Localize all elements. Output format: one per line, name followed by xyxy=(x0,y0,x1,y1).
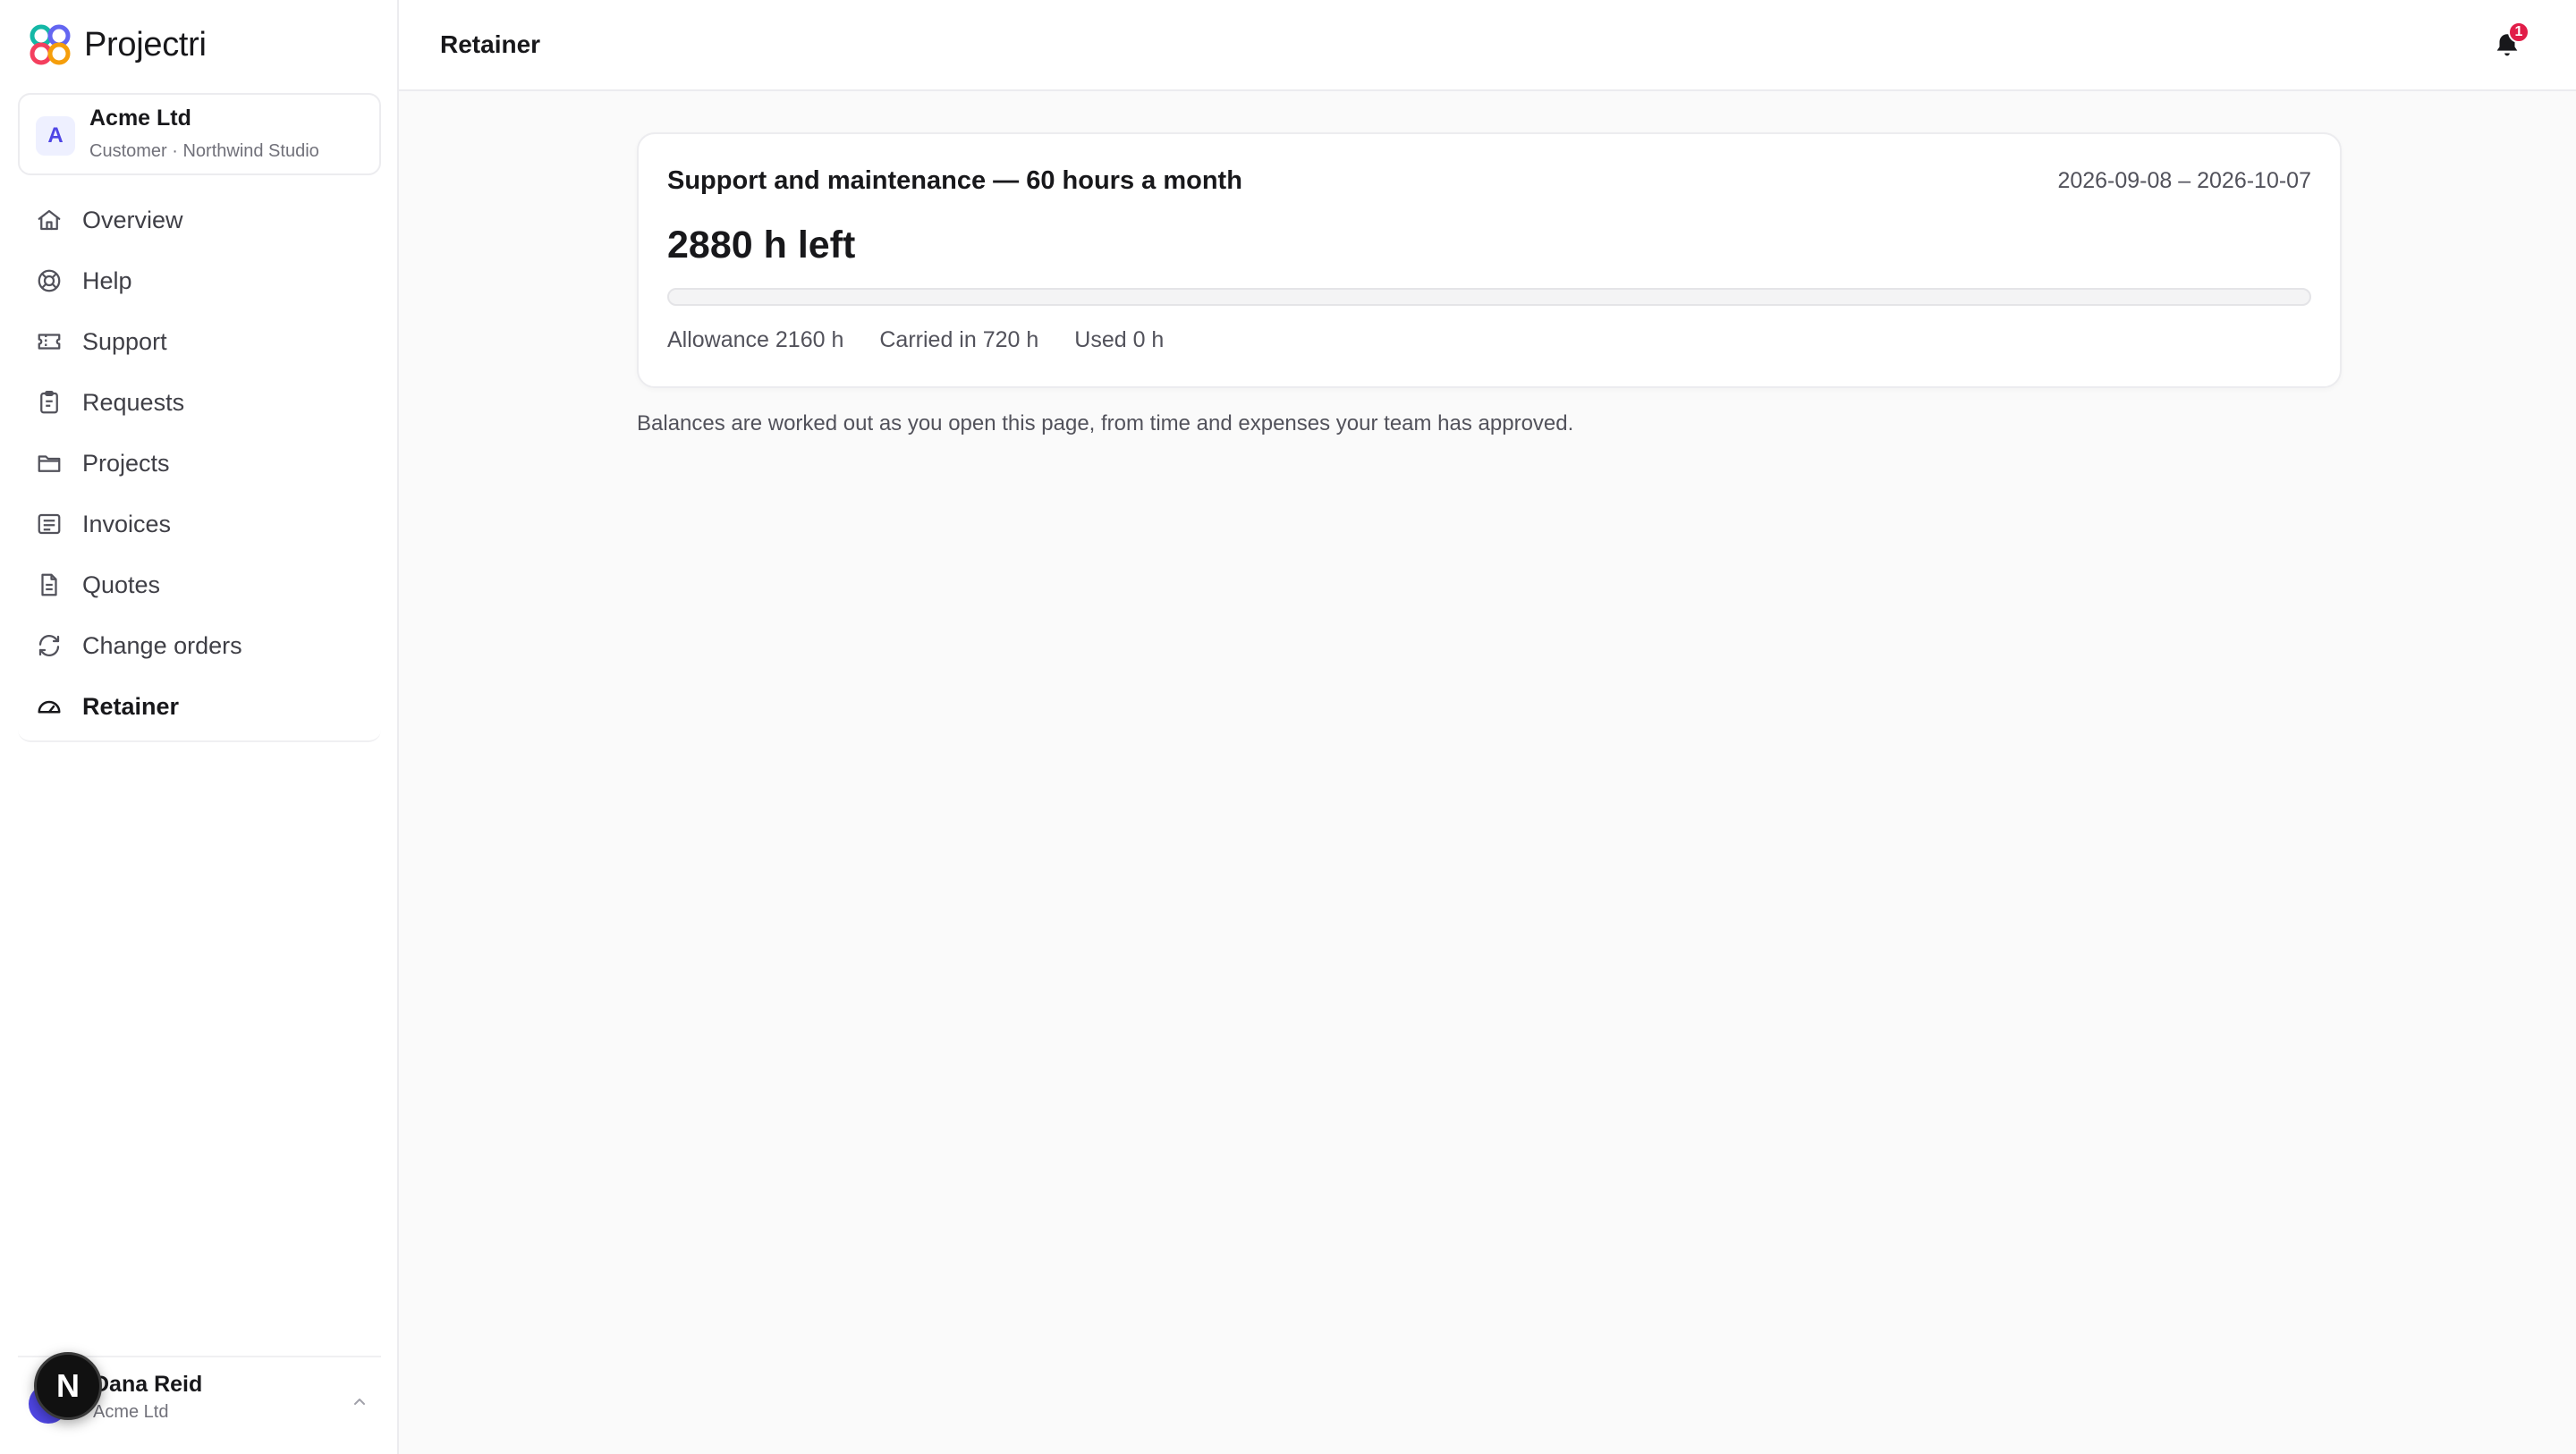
sidebar-item-label: Help xyxy=(82,267,132,294)
organization-name: Acme Ltd xyxy=(89,106,191,131)
notification-badge: 1 xyxy=(2508,21,2529,43)
app-shell: Projectri A Acme Ltd Customer · Northwin… xyxy=(0,0,2576,1454)
organization-subtitle: Customer · Northwind Studio xyxy=(89,141,319,161)
dev-tools-badge-letter: N xyxy=(56,1367,80,1404)
sidebar-item-label: Quotes xyxy=(82,571,161,598)
document-icon xyxy=(36,571,63,598)
sidebar-item-label: Support xyxy=(82,328,167,355)
balance-footnote: Balances are worked out as you open this… xyxy=(637,411,1574,435)
usage-progress-bar xyxy=(667,288,2311,306)
clipboard-icon xyxy=(36,389,63,416)
projectri-logo-icon xyxy=(27,21,73,68)
sidebar-item-label: Invoices xyxy=(82,511,172,537)
sidebar-nav: Overview Help Support Requests Projects … xyxy=(18,193,381,742)
sidebar-item-label: Requests xyxy=(82,389,185,416)
user-organization: Acme Ltd xyxy=(93,1402,169,1422)
sidebar-item-overview[interactable]: Overview xyxy=(18,193,381,247)
top-bar: Retainer 1 xyxy=(399,0,2576,91)
lifebuoy-icon xyxy=(36,267,63,294)
retainer-card: Support and maintenance — 60 hours a mon… xyxy=(637,132,2342,388)
sidebar-item-help[interactable]: Help xyxy=(18,254,381,308)
main-content: Retainer 1 Support and maintenance — 60 … xyxy=(399,0,2576,1454)
sidebar-item-quotes[interactable]: Quotes xyxy=(18,558,381,612)
user-name: Dana Reid xyxy=(93,1372,203,1397)
dev-tools-badge[interactable]: N xyxy=(34,1352,102,1420)
organization-switcher[interactable]: A Acme Ltd Customer · Northwind Studio xyxy=(18,93,381,175)
sidebar-item-label: Overview xyxy=(82,207,183,233)
brand-name: Projectri xyxy=(84,25,207,63)
retainer-stats: Allowance 2160 h Carried in 720 h Used 0… xyxy=(667,327,1164,353)
chevron-up-icon xyxy=(349,1391,370,1413)
retainer-title: Support and maintenance — 60 hours a mon… xyxy=(667,166,1242,195)
carried-in-stat: Carried in 720 h xyxy=(879,327,1039,352)
retainer-balance: 2880 h left xyxy=(667,224,856,266)
sidebar-item-support[interactable]: Support xyxy=(18,315,381,368)
sidebar-item-change-orders[interactable]: Change orders xyxy=(18,619,381,672)
allowance-stat: Allowance 2160 h xyxy=(667,327,844,352)
refresh-icon xyxy=(36,632,63,659)
brand[interactable]: Projectri xyxy=(27,21,207,68)
used-stat: Used 0 h xyxy=(1074,327,1165,352)
organization-avatar: A xyxy=(36,116,75,156)
sidebar-item-label: Projects xyxy=(82,450,170,477)
sidebar-item-label: Retainer xyxy=(82,693,180,720)
sidebar-item-invoices[interactable]: Invoices xyxy=(18,497,381,551)
retainer-period: 2026-09-08 – 2026-10-07 xyxy=(2057,168,2311,193)
home-icon xyxy=(36,207,63,233)
gauge-icon xyxy=(36,693,63,720)
sidebar-item-retainer[interactable]: Retainer xyxy=(18,680,381,733)
sidebar-item-requests[interactable]: Requests xyxy=(18,376,381,429)
folder-icon xyxy=(36,450,63,477)
ticket-icon xyxy=(36,328,63,355)
sidebar: Projectri A Acme Ltd Customer · Northwin… xyxy=(0,0,399,1454)
sidebar-item-projects[interactable]: Projects xyxy=(18,436,381,490)
sidebar-item-label: Change orders xyxy=(82,632,242,659)
receipt-icon xyxy=(36,511,63,537)
page-title: Retainer xyxy=(440,30,541,58)
